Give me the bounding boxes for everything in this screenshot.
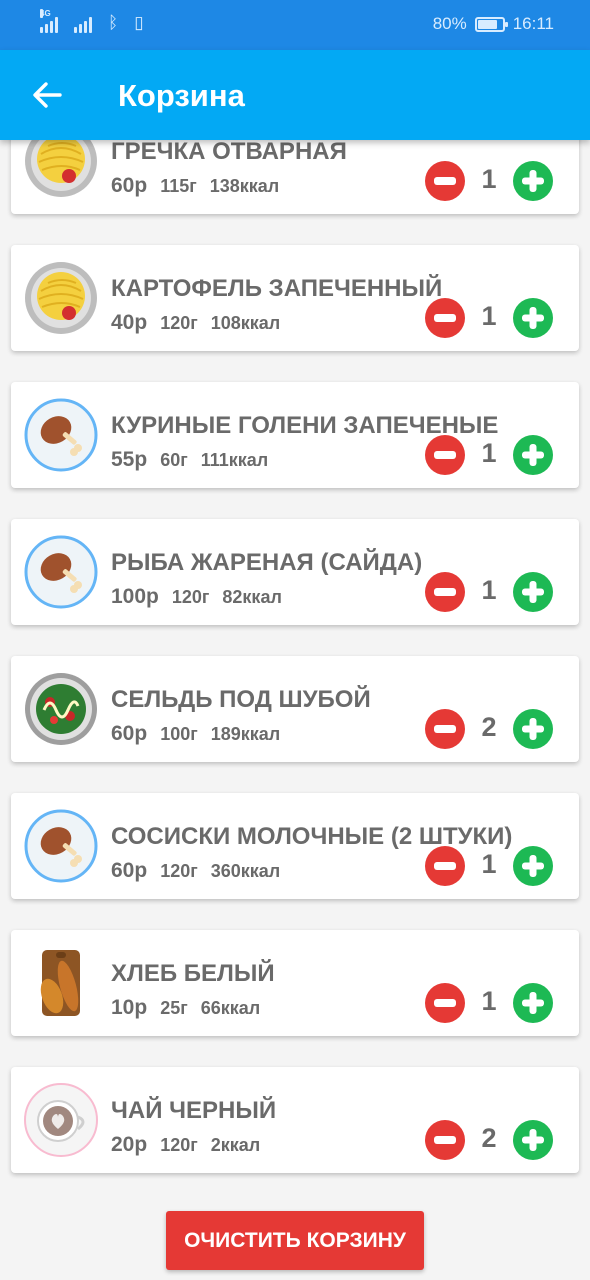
item-name: СЕЛЬДЬ ПОД ШУБОЙ (111, 686, 371, 713)
item-name: ЧАЙ ЧЕРНЫЙ (111, 1097, 277, 1124)
salad-plate-icon (24, 672, 98, 746)
decrease-quantity-button[interactable] (425, 1120, 465, 1160)
item-weight: 120г (171, 587, 210, 607)
battery-fill (477, 19, 497, 29)
cart-item: СЕЛЬДЬ ПОД ШУБОЙ 60р 100г 189ккал 2 (11, 656, 579, 762)
increase-quantity-button[interactable] (513, 709, 553, 749)
item-price: 60р (111, 174, 148, 197)
decrease-quantity-button[interactable] (425, 572, 465, 612)
item-quantity: 1 (481, 575, 497, 605)
item-weight: 120г (160, 861, 198, 881)
chicken-leg-icon (24, 809, 98, 883)
cart-item: КУРИНЫЕ ГОЛЕНИ ЗАПЕЧЕНЫЕ 55р 60г 111ккал 1 (11, 382, 579, 488)
status-right: 80% 16:11 (433, 14, 554, 34)
battery-percent: 80% (432, 14, 467, 33)
item-meta: 60р 115г 138ккал (111, 174, 279, 198)
item-weight: 120г (160, 313, 198, 333)
decrease-quantity-button[interactable] (425, 846, 465, 886)
increase-quantity-button[interactable] (513, 1120, 553, 1160)
item-weight: 115г (160, 176, 197, 196)
increase-quantity-button[interactable] (513, 435, 553, 475)
item-name: ГРЕЧКА ОТВАРНАЯ (111, 140, 347, 165)
item-kcal: 66ккал (200, 998, 261, 1018)
item-quantity: 1 (481, 301, 497, 331)
item-price: 100р (111, 585, 159, 608)
vibrate-icon: ▯ (134, 13, 144, 32)
battery-icon (474, 16, 508, 32)
clear-cart-button[interactable]: ОЧИСТИТЬ КОРЗИНУ (166, 1211, 424, 1270)
cart-item: ГРЕЧКА ОТВАРНАЯ 60р 115г 138ккал 1 (11, 140, 579, 214)
chicken-leg-icon (24, 398, 98, 472)
signal-4g-icon: 4G (40, 9, 58, 33)
item-price: 20р (111, 1133, 148, 1156)
item-weight: 25г (160, 998, 188, 1018)
back-button[interactable] (22, 70, 72, 120)
item-meta: 60р 120г 360ккал (111, 859, 280, 883)
item-meta: 60р 100г 189ккал (111, 722, 280, 746)
item-name: ХЛЕБ БЕЛЫЙ (111, 960, 275, 987)
bluetooth-icon: ᛒ (108, 13, 119, 32)
item-meta: 40р 120г 108ккал (111, 311, 280, 335)
cart-list[interactable]: ГРЕЧКА ОТВАРНАЯ 60р 115г 138ккал 1 КАРТОФЕЛЬ … (0, 140, 590, 1200)
item-weight: 100г (160, 724, 198, 744)
increase-quantity-button[interactable] (513, 572, 553, 612)
chicken-leg-icon (24, 535, 98, 609)
item-quantity: 1 (481, 438, 497, 468)
app-bar: Корзина (0, 50, 590, 140)
increase-quantity-button[interactable] (513, 298, 553, 338)
cart-item: РЫБА ЖАРЕНАЯ (САЙДА) 100р 120г 82ккал 1 (11, 519, 579, 625)
item-kcal: 189ккал (210, 724, 281, 744)
item-meta: 20р 120г 2ккал (111, 1133, 260, 1157)
item-kcal: 2ккал (210, 1135, 261, 1155)
item-quantity: 1 (481, 849, 497, 879)
arrow-left-icon (33, 82, 62, 108)
item-weight: 60г (160, 450, 188, 470)
cart-item: СОСИСКИ МОЛОЧНЫЕ (2 ШТУКИ) 60р 120г 360ккал… (11, 793, 579, 899)
decrease-quantity-button[interactable] (425, 298, 465, 338)
cart-item: ЧАЙ ЧЕРНЫЙ 20р 120г 2ккал 2 (11, 1067, 579, 1173)
item-price: 60р (111, 722, 148, 745)
decrease-quantity-button[interactable] (425, 709, 465, 749)
increase-quantity-button[interactable] (513, 983, 553, 1023)
item-meta: 100р 120г 82ккал (111, 585, 282, 609)
coffee-cup-icon (24, 1083, 98, 1157)
cart-item: ХЛЕБ БЕЛЫЙ 10р 25г 66ккал 1 (11, 930, 579, 1036)
item-quantity: 2 (481, 1123, 497, 1153)
item-quantity: 1 (481, 164, 497, 194)
item-meta: 10р 25г 66ккал (111, 996, 260, 1020)
item-price: 40р (111, 311, 148, 334)
increase-quantity-button[interactable] (513, 846, 553, 886)
decrease-quantity-button[interactable] (425, 435, 465, 475)
item-quantity: 1 (481, 986, 497, 1016)
item-price: 60р (111, 859, 148, 882)
decrease-quantity-button[interactable] (425, 161, 465, 201)
page-title: Корзина (118, 78, 245, 113)
item-name: КАРТОФЕЛЬ ЗАПЕЧЕННЫЙ (111, 275, 443, 302)
item-weight: 120г (160, 1135, 198, 1155)
item-name: РЫБА ЖАРЕНАЯ (САЙДА) (111, 549, 423, 576)
item-kcal: 138ккал (209, 176, 280, 196)
item-price: 10р (111, 996, 148, 1019)
item-price: 55р (111, 448, 148, 471)
cart-item: КАРТОФЕЛЬ ЗАПЕЧЕННЫЙ 40р 120г 108ккал 1 (11, 245, 579, 351)
item-quantity: 2 (481, 712, 497, 742)
item-kcal: 108ккал (210, 313, 281, 333)
status-left-icons: 4G ᛒ ▯ (40, 9, 144, 33)
item-kcal: 82ккал (222, 587, 282, 607)
signal-icon (74, 13, 92, 33)
status-bar: 4G ᛒ ▯ 80% 16:11 (0, 0, 590, 50)
increase-quantity-button[interactable] (513, 161, 553, 201)
bottom-bar: ОЧИСТИТЬ КОРЗИНУ (0, 1200, 590, 1280)
clock: 16:11 (512, 14, 554, 33)
network-label: 4G (40, 9, 51, 18)
item-kcal: 111ккал (200, 450, 269, 470)
bread-board-icon (24, 946, 98, 1020)
pasta-plate-icon (24, 261, 98, 335)
decrease-quantity-button[interactable] (425, 983, 465, 1023)
item-meta: 55р 60г 111ккал (111, 448, 268, 472)
item-kcal: 360ккал (210, 861, 281, 881)
pasta-plate-icon (24, 140, 98, 198)
